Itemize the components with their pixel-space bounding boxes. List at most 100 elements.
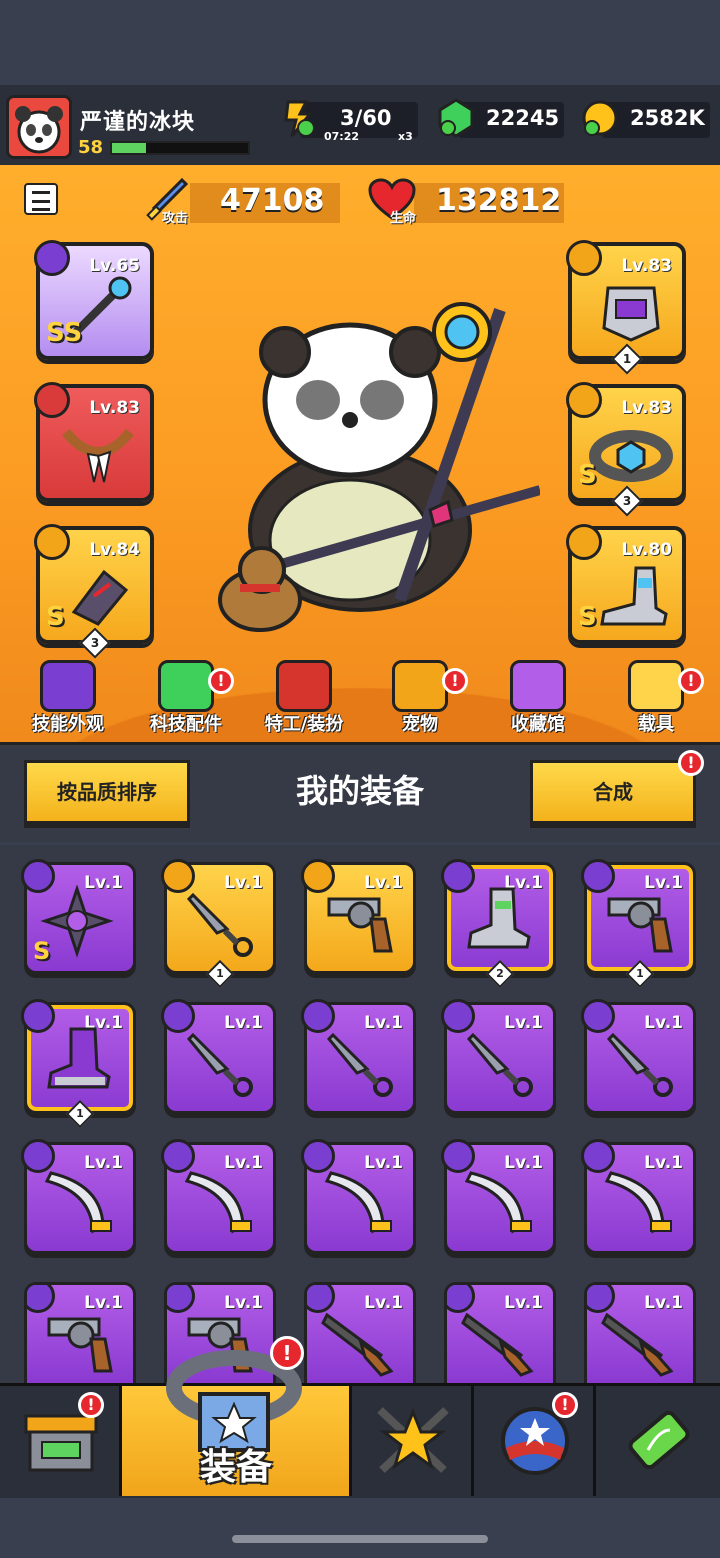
scimitar-icon [464, 1171, 532, 1234]
gloves-type-icon [34, 524, 70, 560]
inventory-item-revolver[interactable]: Lv.1 [24, 1282, 136, 1383]
health-value: 132812 [436, 183, 562, 218]
health-label: 生命 [390, 211, 417, 226]
sort-by-quality-button[interactable]: 按品质排序 [24, 760, 190, 824]
equipped-boots-slot[interactable]: Lv.80 S [566, 524, 686, 644]
fang-necklace-icon [62, 428, 134, 483]
inventory-item-shotgun[interactable]: Lv.1 [304, 1282, 416, 1383]
gloves-level: Lv.84 [89, 540, 140, 560]
menu-item-vehicle[interactable]: 载具! [596, 660, 716, 736]
inventory-item-shuriken-blade[interactable]: Lv.1 S [21, 859, 136, 974]
gem-value: 22245 [486, 106, 560, 130]
kunai-icon [466, 1032, 533, 1097]
equipped-weapon-slot[interactable]: Lv.65 SS [34, 240, 154, 360]
menu-item-agent-costume[interactable]: 特工/装扮 [244, 660, 364, 736]
nav-alert-badge-icon: ! [78, 1392, 104, 1418]
menu-item-tech-part[interactable]: 科技配件! [126, 660, 246, 736]
revolver-icon [327, 897, 393, 953]
boots-grade: S [578, 602, 597, 632]
panda-hero-character [218, 302, 540, 632]
armor-level: Lv.83 [621, 256, 672, 276]
energy-lightning-icon [284, 100, 315, 137]
merge-button[interactable]: 合成 [530, 760, 696, 824]
shotgun-icon [601, 1312, 674, 1377]
nav-dna-tab[interactable] [596, 1386, 720, 1496]
menu-item-skill-skin[interactable]: 技能外观 [8, 660, 128, 736]
inventory-item-scimitar[interactable]: Lv.1 [21, 1139, 136, 1254]
armor-icon [602, 286, 660, 342]
player-avatar[interactable] [6, 95, 72, 159]
revolver-icon [607, 897, 673, 953]
equipment-title: 我的装备 [295, 772, 424, 810]
energy-counter[interactable]: 3/60 07:22 x3 [284, 100, 418, 143]
skill-skin-icon [40, 660, 96, 712]
inventory-item-purple-boots[interactable]: Lv.1 1 [21, 999, 136, 1129]
inventory-item-kunai[interactable]: Lv.1 [441, 999, 556, 1114]
gauntlet-icon [71, 569, 129, 626]
boots-level: Lv.80 [621, 540, 672, 560]
purple-boots-icon [47, 1027, 111, 1089]
energy-timer: 07:22 [324, 130, 360, 143]
inventory-item-kunai[interactable]: Lv.1 [301, 999, 416, 1114]
inventory-item-kunai[interactable]: Lv.1 1 [161, 859, 276, 989]
equipped-gloves-slot[interactable]: Lv.84 S 3 [34, 524, 154, 659]
shotgun-icon [321, 1312, 394, 1377]
kunai-icon [186, 892, 253, 957]
scimitar-icon [44, 1171, 112, 1234]
inventory-item-kunai[interactable]: Lv.1 [161, 999, 276, 1114]
collection-icon [510, 660, 566, 712]
kunai-icon [186, 1032, 253, 1097]
menu-item-collection[interactable]: 收藏馆 [478, 660, 598, 736]
nav-equipment-tab[interactable]: 装备 [122, 1350, 352, 1496]
scimitar-icon [184, 1171, 252, 1234]
boots-type-icon [566, 524, 602, 560]
equipped-belt-slot[interactable]: Lv.83 S 3 [566, 382, 686, 517]
inventory-item-revolver[interactable]: Lv.1 [301, 859, 416, 974]
player-level: 58 [78, 137, 104, 158]
vehicle-icon [628, 660, 684, 712]
inventory-item-revolver[interactable]: Lv.1 1 [581, 859, 696, 989]
gem-counter[interactable]: 22245 [438, 98, 564, 138]
alert-badge-icon: ! [208, 668, 234, 694]
merge-alert-icon: ! [678, 750, 704, 776]
inventory-item-shotgun[interactable]: Lv.1 [444, 1282, 556, 1383]
nav-alert-badge-icon: ! [552, 1392, 578, 1418]
nav-battle-tab[interactable] [352, 1386, 474, 1496]
menu-item-pet[interactable]: 宠物! [360, 660, 480, 736]
nav-alert-badge-icon: ! [270, 1336, 304, 1370]
necklace-type-icon [34, 382, 70, 418]
menu-label: 技能外观 [32, 714, 104, 735]
weapon-grade: SS [46, 318, 83, 348]
inventory-item-scimitar[interactable]: Lv.1 [161, 1139, 276, 1254]
attack-stat: 47108 [190, 183, 340, 223]
health-stat: 132812 [414, 183, 564, 223]
belt-grade: S [578, 460, 597, 490]
menu-label: 收藏馆 [511, 714, 565, 735]
gloves-grade: S [46, 602, 65, 632]
coin-value: 2582K [630, 106, 705, 130]
necklace-level: Lv.83 [89, 398, 140, 418]
scimitar-icon [604, 1171, 672, 1234]
inventory-item-scimitar[interactable]: Lv.1 [441, 1139, 556, 1254]
agent-costume-icon [276, 660, 332, 712]
energy-value: 3/60 [340, 106, 392, 130]
home-indicator [232, 1535, 488, 1543]
coin-counter[interactable]: 2582K [582, 100, 710, 138]
inventory-item-shotgun[interactable]: Lv.1 [584, 1282, 696, 1383]
inventory-item-scimitar[interactable]: Lv.1 [301, 1139, 416, 1254]
list-menu-icon[interactable] [24, 183, 58, 215]
tech-part-icon [158, 660, 214, 712]
menu-label: 宠物 [402, 714, 438, 735]
inventory-item-scimitar[interactable]: Lv.1 [581, 1139, 696, 1254]
dna-capsule-icon [628, 1410, 690, 1470]
shuriken-blade-icon [40, 885, 114, 958]
inventory-item-boots[interactable]: Lv.1 2 [441, 859, 556, 989]
equipped-necklace-slot[interactable]: Lv.83 [34, 382, 154, 502]
equipped-armor-slot[interactable]: Lv.83 1 [566, 240, 686, 375]
alert-badge-icon: ! [678, 668, 704, 694]
inventory-item-kunai[interactable]: Lv.1 [581, 999, 696, 1114]
star-battle-icon [377, 1407, 449, 1473]
kunai-icon [326, 1032, 393, 1097]
revolver-icon [47, 1317, 113, 1373]
attack-label: 攻击 [162, 211, 189, 226]
